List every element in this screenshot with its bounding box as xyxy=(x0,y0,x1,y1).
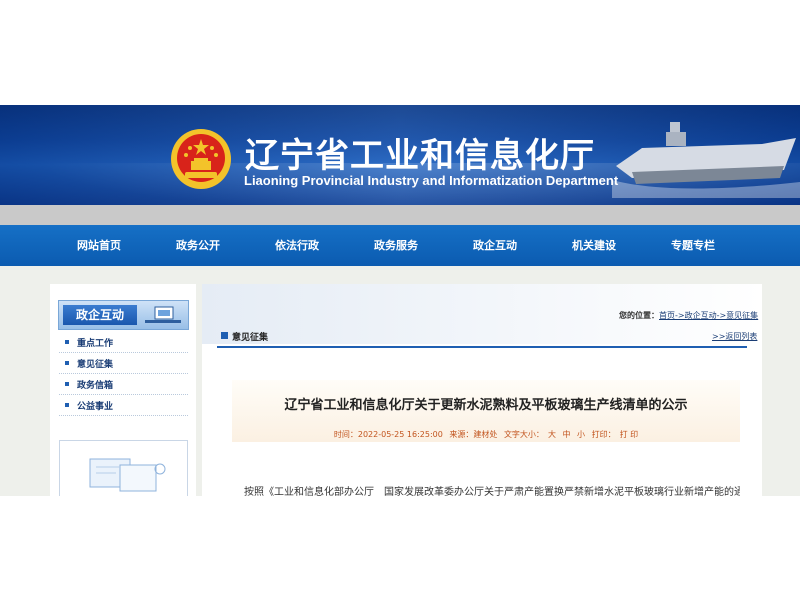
bullet-icon xyxy=(65,361,69,365)
page: 辽宁省工业和信息化厅 Liaoning Provincial Industry … xyxy=(0,0,800,600)
online-service-illustration-icon xyxy=(89,458,166,492)
font-size-label: 文字大小： xyxy=(503,430,544,439)
font-size-large-button[interactable]: 大 xyxy=(548,430,556,439)
sidebar-menu: 重点工作 意见征集 政务信箱 公益事业 xyxy=(59,334,188,418)
nav-item-services[interactable]: 政务服务 xyxy=(374,225,418,266)
bullet-icon xyxy=(65,340,69,344)
article-meta: 时间：2022-05-25 16:25:00 来源：建材处 文字大小： 大 中 小… xyxy=(216,429,756,440)
breadcrumb-path[interactable]: 首页->政企互动->意见征集 xyxy=(659,311,758,320)
section-title: 意见征集 xyxy=(232,333,269,343)
font-size-small-button[interactable]: 小 xyxy=(577,430,585,439)
sidebar-item-mailbox[interactable]: 政务信箱 xyxy=(59,376,188,395)
nav-item-interaction[interactable]: 政企互动 xyxy=(473,225,517,266)
sidebar-header: 政企互动 xyxy=(58,300,189,330)
aircraft-carrier-image xyxy=(612,122,800,198)
page-bottom xyxy=(0,496,800,600)
print-button[interactable]: 打 印 xyxy=(620,430,639,439)
sidebar-heading: 政企互动 xyxy=(63,305,137,325)
nav-item-gov-affairs[interactable]: 政务公开 xyxy=(176,225,220,266)
header-divider xyxy=(0,205,800,225)
article-source: 来源：建材处 xyxy=(449,430,498,439)
article-time: 时间：2022-05-25 16:25:00 xyxy=(333,430,443,439)
bullet-icon xyxy=(65,382,69,386)
section-icon xyxy=(221,332,228,339)
sidebar-item-opinions[interactable]: 意见征集 xyxy=(59,355,188,374)
main-nav: 网站首页 政务公开 依法行政 政务服务 政企互动 机关建设 专题专栏 xyxy=(0,225,800,266)
computer-icon xyxy=(145,306,181,323)
section-header xyxy=(217,328,747,348)
article-title: 辽宁省工业和信息化厅关于更新水泥熟料及平板玻璃生产线清单的公示 xyxy=(284,398,688,413)
sidebar-item-public-welfare[interactable]: 公益事业 xyxy=(59,397,188,416)
back-to-list-link[interactable]: >>返回列表 xyxy=(712,331,757,342)
sidebar-banner[interactable] xyxy=(59,440,188,496)
nav-item-special[interactable]: 专题专栏 xyxy=(671,225,715,266)
site-title-english: Liaoning Provincial Industry and Informa… xyxy=(244,173,619,188)
nav-item-law[interactable]: 依法行政 xyxy=(275,225,319,266)
breadcrumb: 您的位置：首页->政企互动->意见征集 xyxy=(619,310,758,321)
sidebar-item-label: 重点工作 xyxy=(77,339,114,349)
font-size-medium-button[interactable]: 中 xyxy=(562,430,570,439)
nav-item-organ[interactable]: 机关建设 xyxy=(572,225,616,266)
sidebar-item-label: 意见征集 xyxy=(77,360,114,370)
breadcrumb-label: 您的位置： xyxy=(619,311,659,320)
print-label: 打印： xyxy=(591,430,616,439)
national-emblem-icon xyxy=(171,129,231,189)
sidebar-item-key-work[interactable]: 重点工作 xyxy=(59,334,188,353)
nav-item-home[interactable]: 网站首页 xyxy=(77,225,121,266)
bullet-icon xyxy=(65,403,69,407)
sidebar-item-label: 政务信箱 xyxy=(77,381,114,391)
site-title: 辽宁省工业和信息化厅 xyxy=(245,136,595,176)
article-body: 按照《工业和信息化部办公厅 国家发展改革委办公厅关于严肃产能置换严禁新增水泥平板… xyxy=(244,487,740,498)
sidebar-item-label: 公益事业 xyxy=(77,402,114,412)
